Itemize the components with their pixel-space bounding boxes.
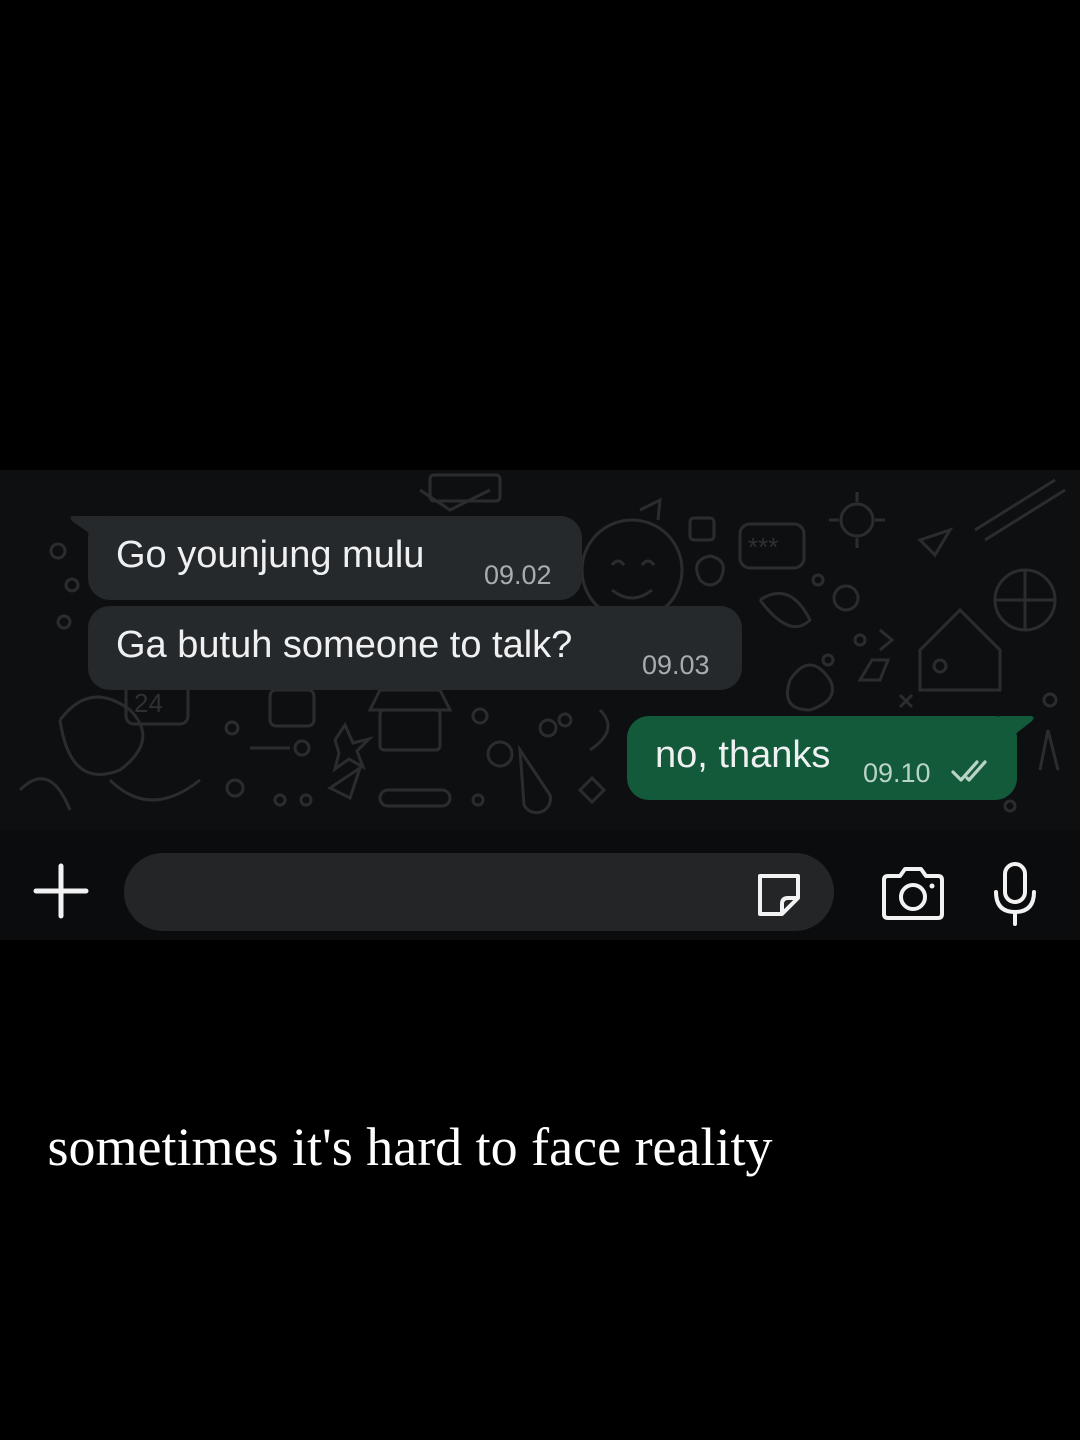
message-bubble-outgoing[interactable]: no, thanks 09.10	[627, 716, 1017, 800]
message-time: 09.03	[642, 650, 710, 680]
bubble-tail	[1000, 716, 1034, 746]
svg-text:24: 24	[134, 688, 163, 718]
caption-text: sometimes it's hard to face reality	[47, 1117, 773, 1177]
message-text: Ga butuh someone to talk?	[116, 624, 573, 666]
message-text: no, thanks	[655, 734, 831, 776]
message-time: 09.02	[484, 560, 552, 590]
plus-icon[interactable]	[30, 860, 92, 922]
message-input[interactable]	[124, 853, 834, 931]
bubble-tail	[70, 516, 108, 546]
screen: *** 24 Go younjung mulu 09.02 Ga butuh s…	[0, 0, 1080, 1440]
chat-conversation[interactable]: *** 24 Go younjung mulu 09.02 Ga butuh s…	[0, 470, 1080, 830]
message-time: 09.10	[863, 758, 931, 788]
microphone-icon[interactable]	[990, 860, 1040, 930]
sticker-icon[interactable]	[752, 868, 806, 922]
message-bubble-incoming[interactable]: Go younjung mulu 09.02	[88, 516, 582, 600]
double-check-icon	[951, 760, 987, 782]
message-bubble-incoming[interactable]: Ga butuh someone to talk? 09.03	[88, 606, 742, 690]
camera-icon[interactable]	[880, 866, 946, 922]
message-composer	[0, 830, 1080, 940]
message-text: Go younjung mulu	[116, 534, 425, 576]
svg-text:***: ***	[748, 532, 778, 562]
